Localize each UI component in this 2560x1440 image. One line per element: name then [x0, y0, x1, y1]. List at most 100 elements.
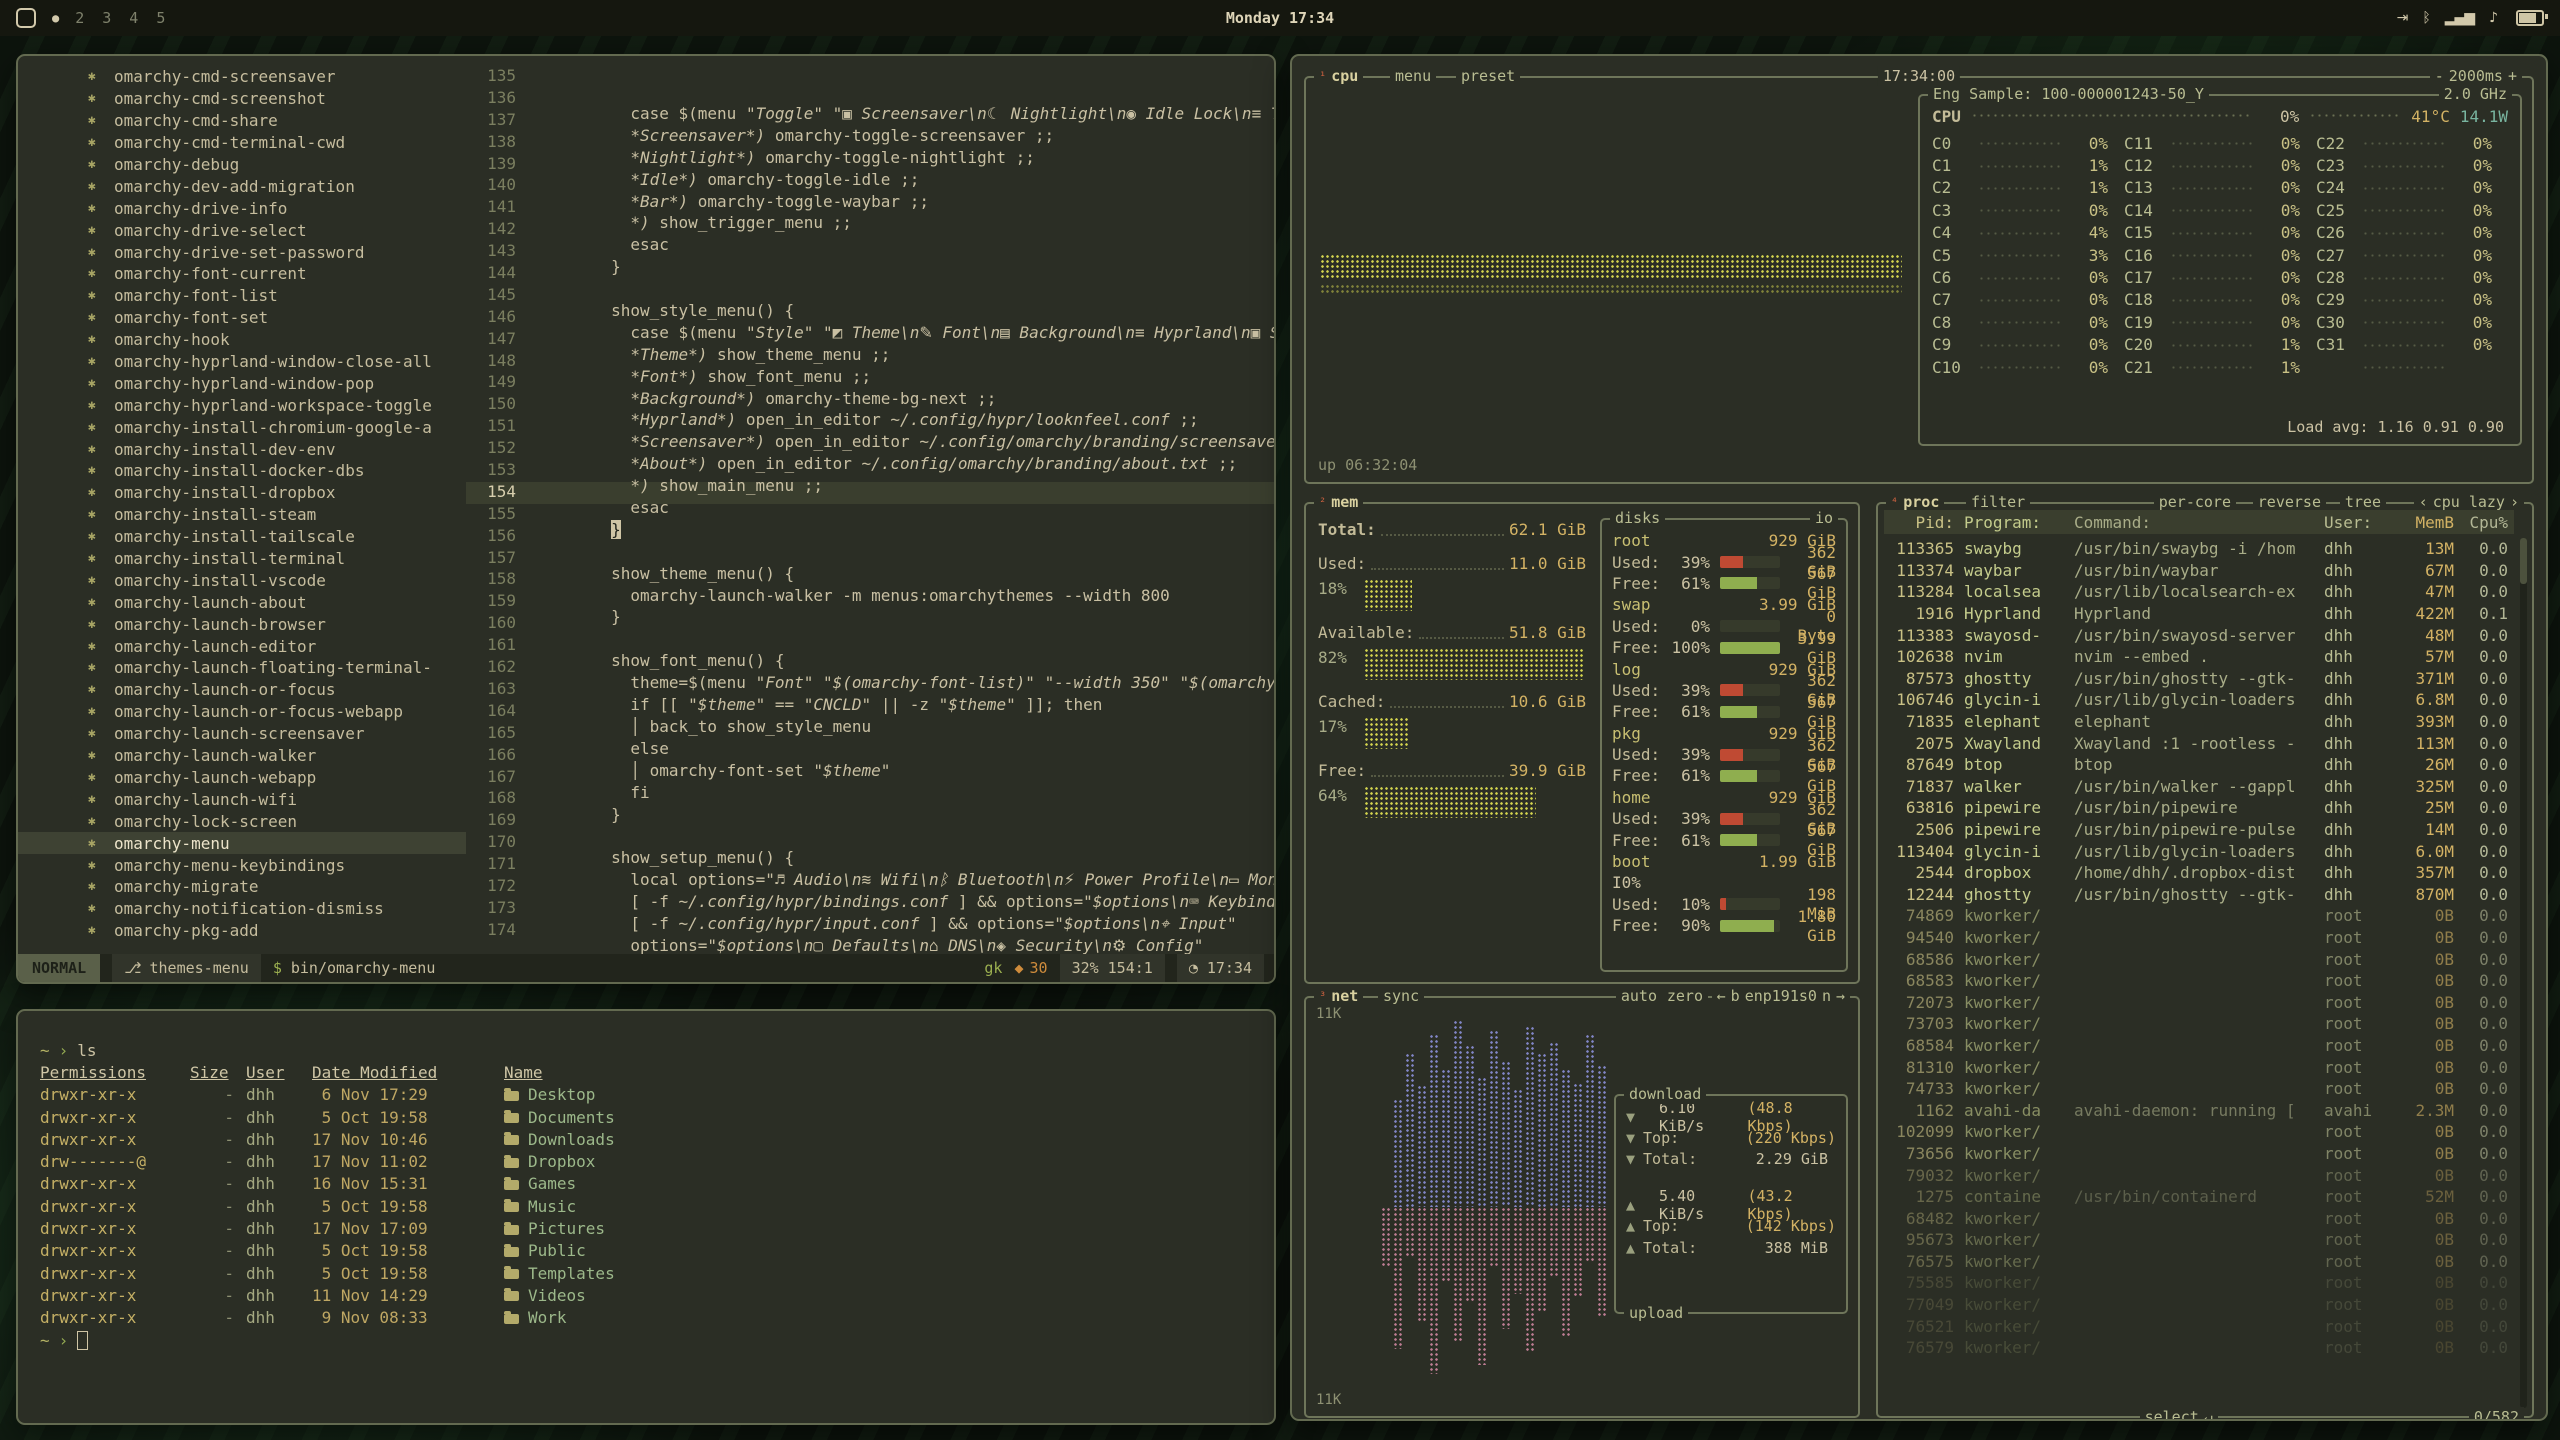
file-item[interactable]: ✱ omarchy-cmd-screenshot [18, 88, 466, 110]
code-line[interactable]: 138 *Idle*) omarchy-toggle-idle ;; [466, 132, 1274, 154]
code-line[interactable]: 156 show_theme_menu() { [466, 526, 1274, 548]
tree-toggle[interactable]: tree [2340, 492, 2386, 512]
workspace-button[interactable]: 2 [75, 9, 84, 27]
process-row[interactable]: 72073 kworker/ root 0B 0.0 [1884, 991, 2514, 1013]
process-row[interactable]: 74869 kworker/ root 0B 0.0 [1884, 905, 2514, 927]
directory-entry[interactable]: Documents [504, 1108, 1252, 1127]
process-row[interactable]: 68583 kworker/ root 0B 0.0 [1884, 970, 2514, 992]
process-row[interactable]: 79032 kworker/ root 0B 0.0 [1884, 1164, 2514, 1186]
screencast-icon[interactable]: ⇥ [2397, 10, 2408, 26]
process-row[interactable]: 106746 glycin-i /usr/lib/glycin-loaders … [1884, 689, 2514, 711]
file-item[interactable]: ✱ omarchy-drive-info [18, 197, 466, 219]
process-row[interactable]: 73703 kworker/ root 0B 0.0 [1884, 1013, 2514, 1035]
file-item[interactable]: ✱ omarchy-menu-keybindings [18, 854, 466, 876]
code-line[interactable]: 151 *About*) open_in_editor ~/.config/om… [466, 416, 1274, 438]
interval-plus-button[interactable]: + [2508, 66, 2517, 86]
code-line[interactable]: 145 case $(menu "Style" "◩ Theme\n✎ Font… [466, 285, 1274, 307]
zero-toggle[interactable]: zero [1662, 986, 1708, 1006]
file-item[interactable]: ✱ omarchy-hook [18, 329, 466, 351]
process-row[interactable]: 71837 walker /usr/bin/walker --gappl dhh… [1884, 776, 2514, 798]
pid-header[interactable]: Pid: [1890, 513, 1964, 532]
process-row[interactable]: 12244 ghostty /usr/bin/ghostty --gtk- dh… [1884, 884, 2514, 906]
code-line[interactable]: 139 *Bar*) omarchy-toggle-waybar ;; [466, 154, 1274, 176]
code-line[interactable]: 160 show_font_menu() { [466, 613, 1274, 635]
file-item[interactable]: ✱ omarchy-launch-screensaver [18, 723, 466, 745]
process-row[interactable]: 102638 nvim nvim --embed . dhh 57M 0.0 [1884, 646, 2514, 668]
file-item[interactable]: ✱ omarchy-launch-walker [18, 745, 466, 767]
bluetooth-icon[interactable]: ᛒ [2422, 10, 2429, 26]
preset-button[interactable]: preset [1456, 66, 1520, 86]
process-row[interactable]: 76575 kworker/ root 0B 0.0 [1884, 1251, 2514, 1273]
directory-entry[interactable]: Public [504, 1241, 1252, 1260]
process-row[interactable]: 77049 kworker/ root 0B 0.0 [1884, 1294, 2514, 1316]
process-row[interactable]: 68586 kworker/ root 0B 0.0 [1884, 948, 2514, 970]
file-item[interactable]: ✱ omarchy-launch-or-focus-webapp [18, 701, 466, 723]
file-item[interactable]: ✱ omarchy-drive-set-password [18, 241, 466, 263]
omarchy-logo-icon[interactable] [16, 8, 36, 28]
process-row[interactable]: 1916 Hyprland Hyprland dhh 422M 0.1 [1884, 603, 2514, 625]
code-line[interactable]: 171 [ -f ~/.config/hypr/bindings.conf ] … [466, 854, 1274, 876]
process-row[interactable]: 73656 kworker/ root 0B 0.0 [1884, 1143, 2514, 1165]
code-line[interactable]: 143 [466, 241, 1274, 263]
cpu-header[interactable]: Cpu% [2454, 513, 2508, 532]
filter-button[interactable]: filter [1966, 492, 2030, 512]
code-line[interactable]: 173 options="$options\n▢ Defaults\n⌂ DNS… [466, 898, 1274, 920]
file-item[interactable]: ✱ omarchy-font-set [18, 307, 466, 329]
process-row[interactable]: 68482 kworker/ root 0B 0.0 [1884, 1207, 2514, 1229]
file-item[interactable]: ✱ omarchy-font-list [18, 285, 466, 307]
next-interface-arrow[interactable]: → [1836, 986, 1845, 1006]
code-line[interactable]: 142 } [466, 219, 1274, 241]
process-row[interactable]: 81310 kworker/ root 0B 0.0 [1884, 1056, 2514, 1078]
process-row[interactable]: 87649 btop btop dhh 26M 0.0 [1884, 754, 2514, 776]
code-line[interactable]: 154 } [466, 482, 1274, 504]
workspace-button[interactable]: 5 [156, 9, 165, 27]
volume-icon[interactable]: ♪ [2489, 10, 2497, 26]
directory-entry[interactable]: Work [504, 1308, 1252, 1327]
reverse-toggle[interactable]: reverse [2253, 492, 2326, 512]
mem-header[interactable]: MemB [2388, 513, 2454, 532]
file-item[interactable]: ✱ omarchy-install-terminal [18, 548, 466, 570]
file-item[interactable]: ✱ omarchy-launch-browser [18, 613, 466, 635]
file-item[interactable]: ✱ omarchy-install-tailscale [18, 526, 466, 548]
sort-next-arrow[interactable]: › [2510, 492, 2519, 512]
process-row[interactable]: 75585 kworker/ root 0B 0.0 [1884, 1272, 2514, 1294]
process-row[interactable]: 71835 elephant elephant dhh 393M 0.0 [1884, 711, 2514, 733]
directory-entry[interactable]: Videos [504, 1286, 1252, 1305]
file-item[interactable]: ✱ omarchy-install-dev-env [18, 438, 466, 460]
file-item[interactable]: ✱ omarchy-hyprland-workspace-toggle [18, 394, 466, 416]
file-item[interactable]: ✱ omarchy-notification-dismiss [18, 898, 466, 920]
file-item[interactable]: ✱ omarchy-launch-or-focus [18, 679, 466, 701]
directory-entry[interactable]: Desktop [504, 1085, 1252, 1104]
file-item[interactable]: ✱ omarchy-cmd-screensaver [18, 66, 466, 88]
io-toggle[interactable]: io [1810, 508, 1838, 528]
process-row[interactable]: 1162 avahi-da avahi-daemon: running [ av… [1884, 1099, 2514, 1121]
process-row[interactable]: 76579 kworker/ root 0B 0.0 [1884, 1337, 2514, 1359]
file-item[interactable]: ✱ omarchy-install-dropbox [18, 482, 466, 504]
process-row[interactable]: 113365 swaybg /usr/bin/swaybg -i /hom dh… [1884, 538, 2514, 560]
prev-interface-arrow[interactable]: ← [1717, 986, 1726, 1006]
interface-selector[interactable]: ← b enp191s0 n → [1712, 986, 1850, 1006]
file-item[interactable]: ✱ omarchy-install-docker-dbs [18, 460, 466, 482]
directory-entry[interactable]: Dropbox [504, 1152, 1252, 1171]
directory-entry[interactable]: Music [504, 1197, 1252, 1216]
file-item[interactable]: ✱ omarchy-launch-wifi [18, 788, 466, 810]
process-row[interactable]: 102099 kworker/ root 0B 0.0 [1884, 1121, 2514, 1143]
per-core-toggle[interactable]: per-core [2154, 492, 2236, 512]
graph-icon[interactable]: ▂▄▆ [2445, 10, 2474, 26]
process-row[interactable]: 2506 pipewire /usr/bin/pipewire-pulse dh… [1884, 819, 2514, 841]
process-row[interactable]: 113404 glycin-i /usr/lib/glycin-loaders … [1884, 840, 2514, 862]
auto-toggle[interactable]: auto [1616, 986, 1662, 1006]
file-item[interactable]: ✱ omarchy-dev-add-migration [18, 175, 466, 197]
code-line[interactable]: 155 [466, 504, 1274, 526]
process-row[interactable]: 87573 ghostty /usr/bin/ghostty --gtk- dh… [1884, 668, 2514, 690]
scrollbar-thumb[interactable] [2520, 538, 2527, 584]
code-line[interactable]: 168 [466, 788, 1274, 810]
process-row[interactable]: 95673 kworker/ root 0B 0.0 [1884, 1229, 2514, 1251]
directory-entry[interactable]: Pictures [504, 1219, 1252, 1238]
file-item[interactable]: ✱ omarchy-cmd-terminal-cwd [18, 132, 466, 154]
code-line[interactable]: 165 │ omarchy-font-set "$theme" [466, 723, 1274, 745]
code-line[interactable]: 169 show_setup_menu() { [466, 810, 1274, 832]
process-row[interactable]: 2075 Xwayland Xwayland :1 -rootless - dh… [1884, 732, 2514, 754]
sync-toggle[interactable]: sync [1378, 986, 1424, 1006]
sort-prev-arrow[interactable]: ‹ [2419, 492, 2428, 512]
